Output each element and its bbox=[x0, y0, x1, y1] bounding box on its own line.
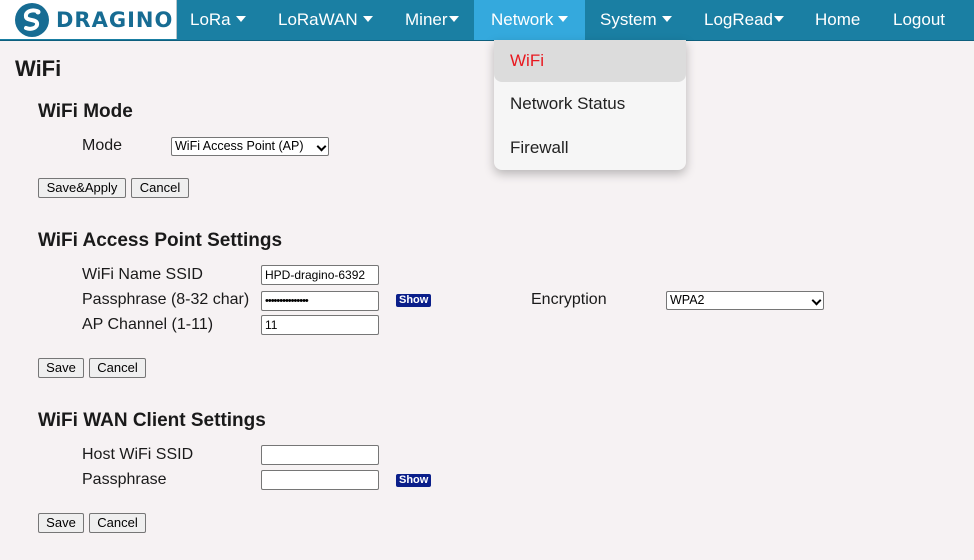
nav-label: Logout bbox=[893, 10, 945, 29]
network-dropdown-menu: WiFi Network Status Firewall bbox=[494, 40, 686, 170]
nav-label: Home bbox=[815, 10, 861, 29]
menu-item-network-status[interactable]: Network Status bbox=[494, 83, 686, 125]
nav-home[interactable]: Home bbox=[815, 0, 860, 40]
wan-passphrase-label: Passphrase bbox=[82, 471, 167, 488]
wan-save-button[interactable]: Save bbox=[38, 513, 84, 533]
ap-settings-title: WiFi Access Point Settings bbox=[38, 230, 283, 251]
mode-select-value: WiFi Access Point (AP) bbox=[175, 139, 304, 153]
nav-lorawan[interactable]: LoRaWAN bbox=[278, 0, 373, 40]
caret-down-icon bbox=[448, 16, 459, 22]
caret-down-icon bbox=[558, 16, 569, 22]
mode-label: Mode bbox=[82, 137, 123, 154]
nav-label: LoRa bbox=[190, 10, 231, 29]
nav-label: LoRaWAN bbox=[278, 10, 358, 29]
host-ssid-label: Host WiFi SSID bbox=[82, 446, 194, 463]
channel-input[interactable] bbox=[261, 315, 379, 335]
nav-network[interactable]: Network bbox=[474, 0, 585, 40]
menu-item-firewall[interactable]: Firewall bbox=[494, 127, 686, 169]
brand-logo[interactable]: DRAGINO bbox=[0, 0, 177, 39]
chevron-down-icon bbox=[316, 141, 327, 152]
menu-item-wifi[interactable]: WiFi bbox=[494, 40, 686, 82]
passphrase-input[interactable] bbox=[261, 291, 379, 311]
mode-cancel-button[interactable]: Cancel bbox=[131, 178, 189, 198]
chevron-down-icon bbox=[811, 295, 822, 306]
page-title: WiFi bbox=[15, 56, 62, 81]
host-ssid-input[interactable] bbox=[261, 445, 379, 465]
ssid-label: WiFi Name SSID bbox=[82, 266, 203, 283]
ap-save-button[interactable]: Save bbox=[38, 358, 84, 378]
encryption-select-value: WPA2 bbox=[670, 293, 705, 307]
caret-down-icon bbox=[661, 16, 672, 22]
nav-label: Miner bbox=[405, 10, 448, 29]
channel-label: AP Channel (1-11) bbox=[82, 316, 214, 333]
nav-system[interactable]: System bbox=[600, 0, 672, 40]
show-password-button[interactable]: Show bbox=[396, 294, 432, 307]
nav-lora[interactable]: LoRa bbox=[190, 0, 246, 40]
encryption-select[interactable]: WPA2 bbox=[666, 291, 824, 310]
caret-down-icon bbox=[235, 16, 246, 22]
nav-logread[interactable]: LogRead bbox=[704, 0, 785, 40]
wifi-mode-title: WiFi Mode bbox=[38, 101, 133, 122]
brand-name: DRAGINO bbox=[56, 7, 174, 32]
mode-select[interactable]: WiFi Access Point (AP) bbox=[171, 137, 329, 156]
ssid-input[interactable] bbox=[261, 265, 379, 285]
wan-show-password-button[interactable]: Show bbox=[396, 474, 432, 487]
caret-down-icon bbox=[774, 16, 785, 22]
save-apply-button[interactable]: Save&Apply bbox=[38, 178, 126, 198]
passphrase-label: Passphrase (8-32 char) bbox=[82, 291, 250, 308]
caret-down-icon bbox=[362, 16, 373, 22]
nav-label: System bbox=[600, 10, 657, 29]
wan-passphrase-input[interactable] bbox=[261, 470, 379, 490]
ap-cancel-button[interactable]: Cancel bbox=[89, 358, 146, 378]
nav-logout[interactable]: Logout bbox=[893, 0, 945, 40]
nav-miner[interactable]: Miner bbox=[405, 0, 459, 40]
encryption-label: Encryption bbox=[531, 291, 607, 308]
wan-cancel-button[interactable]: Cancel bbox=[89, 513, 146, 533]
wan-client-title: WiFi WAN Client Settings bbox=[38, 410, 266, 431]
top-navbar: DRAGINO LoRa LoRaWAN Miner Network Syste… bbox=[0, 0, 974, 41]
dragino-logo-icon bbox=[15, 2, 49, 37]
nav-label: LogRead bbox=[704, 10, 774, 29]
nav-label: Network bbox=[491, 10, 554, 29]
